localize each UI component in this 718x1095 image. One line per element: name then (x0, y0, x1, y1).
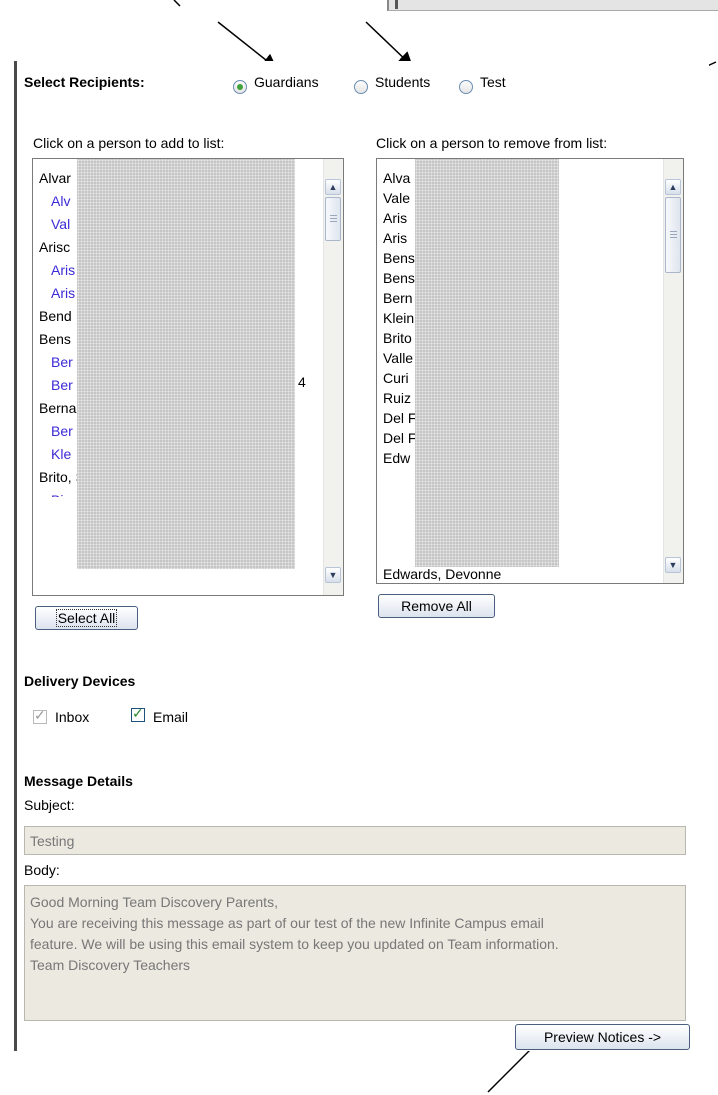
radio-guardians-label[interactable]: Guardians (254, 74, 319, 90)
add-list-heading: Click on a person to add to list: (33, 135, 225, 151)
subject-field[interactable]: Testing (24, 826, 686, 855)
arrow-students (365, 21, 414, 68)
select-recipients-label: Select Recipients: (24, 74, 145, 90)
list-item[interactable]: Aris (39, 259, 75, 281)
preview-notices-button[interactable]: Preview Notices -> (515, 1024, 690, 1050)
radio-test[interactable] (459, 80, 473, 94)
list-item[interactable]: Kle (39, 443, 71, 465)
redaction-mask (415, 159, 559, 567)
list-item[interactable]: Ber (39, 351, 73, 373)
list-item[interactable]: Edw (383, 447, 410, 469)
list-item-partial: Bi (39, 489, 63, 497)
message-details-heading: Message Details (24, 773, 133, 789)
add-list[interactable]: Alvar Alv Val Arisc Aris Aris Bend Bens … (32, 158, 344, 596)
body-line: feature. We will be using this email sys… (30, 936, 559, 952)
list-item[interactable]: Del F (383, 407, 416, 429)
list-item[interactable]: Alv (39, 190, 70, 212)
list-item[interactable]: Aris (383, 227, 407, 249)
list-item[interactable]: Aris (39, 282, 75, 304)
list-item[interactable]: Aris (383, 207, 407, 229)
list-item[interactable]: Bern (383, 287, 413, 309)
scroll-up-icon[interactable]: ▲ (325, 179, 341, 195)
subject-label: Subject: (24, 797, 75, 813)
inbox-label: Inbox (55, 709, 90, 725)
radio-students[interactable] (354, 80, 368, 94)
trailing-digit: 4 (298, 374, 306, 390)
remove-list-scrollbar[interactable]: ▲ ▼ (663, 159, 683, 583)
list-item[interactable]: Val (39, 213, 70, 235)
scroll-thumb[interactable] (665, 197, 681, 273)
list-item[interactable]: Alva (383, 167, 410, 189)
list-item[interactable]: Bens (39, 328, 71, 350)
list-item[interactable]: Ruiz (383, 387, 411, 409)
list-item[interactable]: Ber (39, 420, 73, 442)
body-line: Team Discovery Teachers (30, 957, 191, 973)
radio-test-label[interactable]: Test (480, 74, 506, 90)
body-textarea[interactable]: Good Morning Team Discovery Parents, You… (24, 885, 686, 1021)
list-item[interactable]: Arisc (39, 236, 70, 258)
list-item[interactable]: Del F (383, 427, 416, 449)
list-item[interactable]: Brito (383, 327, 412, 349)
list-item[interactable]: Bens (383, 267, 415, 289)
select-all-button[interactable]: Select All (35, 606, 138, 630)
remove-list[interactable]: Alva Vale Aris Aris Bens Bens Bern Klein… (376, 158, 684, 584)
list-item[interactable]: Klein (383, 307, 414, 329)
list-item[interactable]: Valle (383, 347, 413, 369)
body-line: Good Morning Team Discovery Parents, (30, 894, 278, 910)
radio-guardians[interactable] (233, 80, 247, 94)
list-item[interactable]: Bend (39, 305, 72, 327)
delivery-devices-heading: Delivery Devices (24, 673, 136, 689)
redaction-mask (77, 159, 295, 569)
scroll-down-icon[interactable]: ▼ (665, 557, 681, 573)
body-label: Body: (24, 862, 60, 878)
scroll-up-icon[interactable]: ▲ (665, 179, 681, 195)
list-item[interactable]: Ber (39, 374, 73, 396)
scroll-down-icon[interactable]: ▼ (325, 567, 341, 583)
list-item[interactable]: Bens (383, 247, 415, 269)
list-item[interactable]: Curi (383, 367, 409, 389)
add-list-scrollbar[interactable]: ▲ ▼ (323, 159, 343, 595)
list-item[interactable]: Alvar (39, 167, 71, 189)
list-item[interactable]: Vale (383, 187, 410, 209)
list-item[interactable]: Berna (39, 397, 76, 419)
email-checkbox[interactable]: ✓ (131, 705, 145, 722)
body-line: You are receiving this message as part o… (30, 915, 544, 931)
remove-list-heading: Click on a person to remove from list: (376, 135, 608, 151)
scroll-thumb[interactable] (325, 197, 341, 241)
remove-all-button[interactable]: Remove All (378, 594, 495, 618)
email-label[interactable]: Email (153, 709, 188, 725)
inbox-checkbox: ✓ (33, 707, 47, 724)
radio-students-label[interactable]: Students (375, 74, 430, 90)
